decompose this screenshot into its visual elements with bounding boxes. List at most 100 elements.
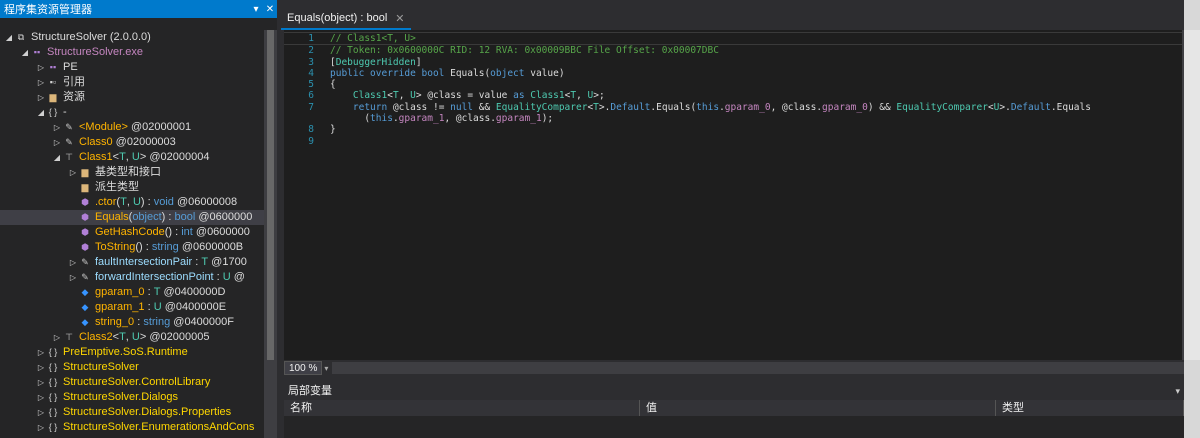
- tree-item[interactable]: ▷ ✎ <Module> @02000001: [0, 120, 264, 135]
- collapse-icon[interactable]: ◢: [36, 105, 46, 120]
- code-token: EqualityComparer: [495, 101, 588, 113]
- folder-icon: ▆: [81, 182, 89, 192]
- tree-item[interactable]: ▷ ▆ 资源: [0, 90, 264, 105]
- column-header-name[interactable]: 名称: [284, 400, 640, 416]
- folder-icon: ▆: [81, 167, 89, 177]
- tree-item[interactable]: ▷{ } StructureSolver: [0, 360, 264, 375]
- module-icon: ▪▪: [33, 47, 41, 57]
- expand-icon[interactable]: ▷: [36, 60, 46, 75]
- tab-label: Equals(object) : bool: [287, 12, 388, 24]
- tree-item[interactable]: ◢ ▪▪ StructureSolver.exe: [0, 45, 264, 60]
- tree-item[interactable]: ◢ ⊤ Class1 < T, U > @02000004: [0, 150, 264, 165]
- tree-item-label: U: [131, 151, 140, 163]
- expand-icon[interactable]: ▷: [36, 345, 46, 360]
- chevron-down-icon[interactable]: ▾: [1175, 383, 1180, 400]
- collapse-icon[interactable]: ◢: [52, 150, 62, 165]
- locals-header: 名称 值 类型: [284, 400, 1184, 416]
- tree-item[interactable]: ⬢ GetHashCode() : int @0600000: [0, 225, 264, 240]
- tree-item[interactable]: ▆ 派生类型: [0, 180, 264, 195]
- code-line[interactable]: 6 Class1 < T, U > @class = value as Class1 <…: [284, 90, 1182, 101]
- tree-item[interactable]: ▷{ } StructureSolver.Dialogs: [0, 390, 264, 405]
- tree-item[interactable]: ⬢ .ctor(T, U) : void @06000008: [0, 195, 264, 210]
- code-line[interactable]: 1 // Class1<T, U>: [284, 32, 1182, 46]
- tree-item[interactable]: ◢ ⧉ StructureSolver (2.0.0.0): [0, 30, 264, 45]
- chevron-down-icon[interactable]: ▾: [324, 364, 328, 373]
- window-edge: [1184, 0, 1200, 438]
- expand-icon[interactable]: ▷: [36, 75, 46, 90]
- column-header-value[interactable]: 值: [640, 400, 996, 416]
- code-line[interactable]: 3[DebuggerHidden]: [284, 57, 1182, 68]
- tree-item[interactable]: ▷{ } StructureSolver.EnumerationsAndCons: [0, 420, 264, 435]
- expand-icon[interactable]: ▷: [52, 135, 62, 150]
- expand-icon[interactable]: ▷: [36, 405, 46, 420]
- tree-item[interactable]: ▷{ } StructureSolver.Dialogs.Properties: [0, 405, 264, 420]
- tree-item-label: StructureSolver.EnumerationsAndCons: [63, 421, 255, 433]
- code-token: }: [330, 124, 336, 136]
- zoom-select[interactable]: 100 %: [284, 361, 323, 375]
- tree-item[interactable]: ▷ ▪▪ PE: [0, 60, 264, 75]
- tree-item[interactable]: ▷ ✎ faultIntersectionPair : T @1700: [0, 255, 264, 270]
- pe-icon: ▪▪: [49, 62, 57, 72]
- tree-item[interactable]: ◆ gparam_0 : T @0400000D: [0, 285, 264, 300]
- horizontal-scrollbar[interactable]: [332, 362, 1196, 374]
- tree-item-label: StructureSolver (2.0.0.0): [31, 31, 151, 43]
- tree-item-label: @02000003: [112, 136, 176, 148]
- tree-item-label: > @02000004: [139, 151, 210, 163]
- field-icon: ◆: [81, 287, 89, 297]
- tree-item[interactable]: ⬢ ToString() : string @0600000B: [0, 240, 264, 255]
- tree-item-label: @02000001: [127, 121, 192, 133]
- tree-item[interactable]: ◆ string_0 : string @0400000F: [0, 315, 264, 330]
- code-token: ,: [398, 90, 411, 102]
- explorer-scrollbar[interactable]: [264, 30, 277, 438]
- expand-icon[interactable]: ▷: [52, 330, 62, 345]
- prop-icon: ✎: [81, 272, 89, 282]
- code-line[interactable]: 4 public override bool Equals(object valu…: [284, 68, 1182, 79]
- code-token: gparam_1: [398, 113, 445, 125]
- tree-item[interactable]: ▷ ⊤ Class2 < T, U > @02000005: [0, 330, 264, 345]
- expand-icon[interactable]: ▷: [36, 390, 46, 405]
- code-line[interactable]: (this. gparam_1, @class. gparam_1);: [284, 113, 1182, 124]
- tree-item[interactable]: ▷ ✎ forwardIntersectionPoint : U @: [0, 270, 264, 285]
- expand-icon[interactable]: ▷: [68, 255, 78, 270]
- tree-item[interactable]: ⬢ Equals(object) : bool @0600000: [0, 210, 264, 225]
- close-icon[interactable]: ✕: [263, 4, 277, 15]
- ns-icon: { }: [48, 347, 58, 357]
- collapse-icon[interactable]: ◢: [4, 30, 14, 45]
- expand-icon[interactable]: ▷: [36, 360, 46, 375]
- tree-item-label: GetHashCode: [95, 226, 165, 238]
- expand-icon[interactable]: ▷: [36, 90, 46, 105]
- expand-icon[interactable]: ▷: [36, 375, 46, 390]
- code-line[interactable]: 9: [284, 136, 1182, 147]
- column-header-type[interactable]: 类型: [996, 400, 1184, 416]
- tab-close-icon[interactable]: ✕: [395, 12, 404, 25]
- tree-item[interactable]: ▷{ } StructureSolver.ControlLibrary: [0, 375, 264, 390]
- expand-icon[interactable]: ▷: [68, 270, 78, 285]
- tab-equals[interactable]: Equals(object) : bool ✕: [281, 8, 411, 30]
- expand-icon[interactable]: ▷: [68, 165, 78, 180]
- editor-tab-bar: Equals(object) : bool ✕: [281, 8, 1200, 30]
- scrollbar-thumb[interactable]: [267, 30, 274, 360]
- tree-item[interactable]: ◢{ } -: [0, 105, 264, 120]
- tree-item[interactable]: ▷{ } PreEmptive.SoS.Runtime: [0, 345, 264, 360]
- tree-item[interactable]: ◆ gparam_1 : U @0400000E: [0, 300, 264, 315]
- tree-item-label: :: [134, 316, 144, 328]
- code-line[interactable]: 2 // Token: 0x0600000C RID: 12 RVA: 0x000…: [284, 45, 1182, 56]
- tree-item[interactable]: ▷ ▆ 基类型和接口: [0, 165, 264, 180]
- expand-icon[interactable]: ▷: [52, 120, 62, 135]
- tree-item[interactable]: ▷ ✎ Class0 @02000003: [0, 135, 264, 150]
- locals-title: 局部变量: [288, 385, 332, 397]
- expand-icon[interactable]: ▷: [36, 420, 46, 435]
- code-line[interactable]: 8}: [284, 124, 1182, 135]
- collapse-icon[interactable]: ◢: [20, 45, 30, 60]
- code-line[interactable]: 7 return @class != null && EqualityCompa…: [284, 102, 1182, 113]
- assembly-tree: ◢ ⧉ StructureSolver (2.0.0.0) ◢ ▪▪ StructureS…: [0, 30, 264, 438]
- generic-icon: ⊤: [65, 152, 73, 162]
- pin-dropdown-icon[interactable]: ▾: [249, 4, 263, 15]
- tree-item[interactable]: ▷ ▪▫ 引用: [0, 75, 264, 90]
- code-editor[interactable]: 1 // Class1<T, U> 2 // Token: 0x0600000C RI…: [284, 30, 1182, 360]
- tree-item-label: @0400000D: [160, 286, 226, 298]
- tree-item-label: string_0: [95, 316, 135, 328]
- code-line[interactable]: 5{: [284, 79, 1182, 90]
- code-token: , @class.: [444, 113, 496, 125]
- ns-icon: { }: [48, 107, 58, 117]
